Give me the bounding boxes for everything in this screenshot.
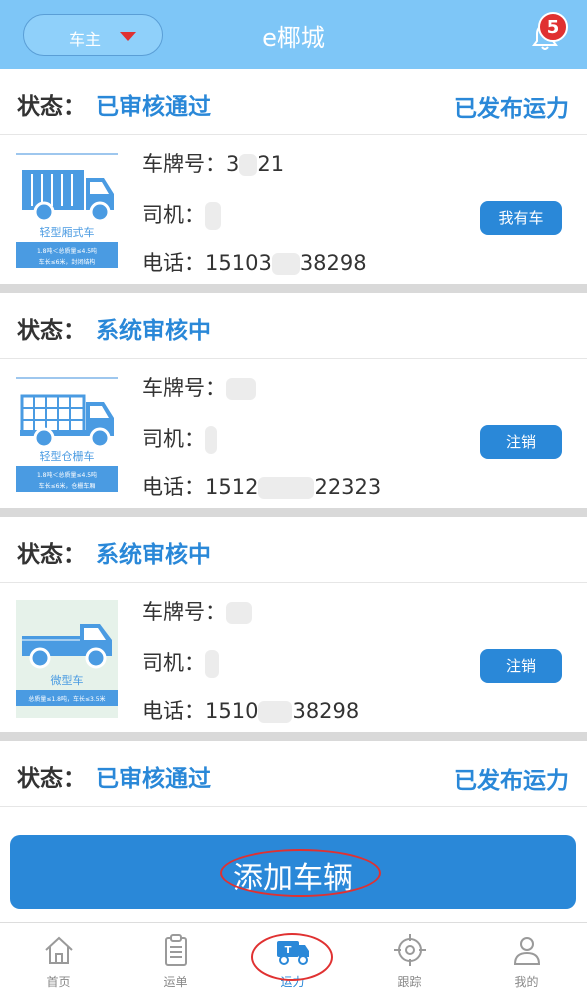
status-value: 已审核通过 (96, 94, 211, 120)
box-truck-image: 轻型厢式车 1.8吨＜总质量≤4.5吨 车长≤6米，封闭结构 (16, 152, 118, 270)
cancel-button[interactable]: 注销 (480, 649, 562, 683)
tab-label: 我的 (514, 975, 539, 989)
redaction-mask (226, 378, 256, 400)
vehicle-spec-1: 总质量≤1.8吨，车长≤3.5米 (28, 695, 105, 703)
phone-prefix: 15103 (205, 251, 272, 275)
driver-row: 司机： (142, 647, 219, 678)
tab-mine[interactable]: 我的 (468, 923, 585, 994)
card-body: 轻型厢式车 1.8吨＜总质量≤4.5吨 车长≤6米，封闭结构 车牌号：3 21 司… (0, 136, 587, 284)
annotation-circle (251, 933, 333, 981)
plate-row: 车牌号：3 21 (142, 148, 284, 178)
redaction-mask (239, 154, 258, 176)
tab-tracking[interactable]: 跟踪 (351, 923, 468, 994)
redaction-mask (258, 477, 315, 499)
status-label: 状态： (17, 318, 86, 344)
phone-suffix: 22323 (314, 475, 382, 499)
phone-label: 电话： (142, 475, 205, 499)
vehicle-card: 状态： 已审核通过 已发布运力 轻型厢式车 1.8吨＜总质量≤4.5吨 车长≤6… (0, 69, 587, 284)
phone-prefix: 1510 (205, 699, 259, 723)
status-value: 已审核通过 (96, 766, 211, 792)
redaction-mask (205, 426, 217, 454)
vehicle-type-label: 微型车 (51, 673, 84, 687)
driver-label: 司机： (142, 203, 205, 227)
plate-suffix: 21 (257, 152, 285, 176)
have-vehicle-button[interactable]: 我有车 (480, 201, 562, 235)
notification-badge: 5 (538, 12, 568, 42)
vehicle-spec-1: 1.8吨＜总质量≤4.5吨 (37, 247, 97, 255)
card-divider (0, 732, 587, 741)
vehicle-type-label: 轻型仓栅车 (40, 449, 95, 463)
stake-truck-image: 轻型仓栅车 1.8吨＜总质量≤4.5吨 车长≤6米，仓栅车厢 (16, 376, 118, 494)
card-header: 状态： 已审核通过 已发布运力 (0, 69, 587, 135)
redaction-mask (205, 202, 221, 230)
mini-truck-image: 微型车 总质量≤1.8吨，车长≤3.5米 (16, 600, 118, 718)
status-value: 系统审核中 (96, 318, 211, 344)
redaction-mask (271, 253, 300, 275)
status-label: 状态： (17, 766, 86, 792)
phone-row: 电话：1510 38298 (142, 695, 359, 725)
tab-waybill[interactable]: 运单 (117, 923, 234, 994)
card-header: 状态： 系统审核中 (0, 517, 587, 583)
tab-home[interactable]: 首页 (0, 923, 117, 994)
cancel-button[interactable]: 注销 (480, 425, 562, 459)
clipboard-icon (165, 934, 187, 966)
redaction-mask (205, 650, 219, 678)
card-body: 轻型仓栅车 1.8吨＜总质量≤4.5吨 车长≤6米，仓栅车厢 车牌号： 司机： … (0, 360, 587, 508)
app-title: e椰城 (262, 24, 325, 52)
add-vehicle-button[interactable]: 添加车辆 (10, 835, 576, 909)
vehicle-spec-1: 1.8吨＜总质量≤4.5吨 (37, 471, 97, 479)
published-capacity-link[interactable]: 已发布运力 (454, 761, 569, 795)
vehicle-spec-2: 车长≤6米，封闭结构 (39, 258, 96, 266)
tab-label: 跟踪 (397, 975, 422, 989)
vehicle-card: 状态： 系统审核中 轻型仓栅车 1.8吨＜总质量≤4.5吨 车长≤6米，仓栅车厢… (0, 293, 587, 508)
phone-row: 电话：1512 22323 (142, 471, 381, 501)
phone-suffix: 38298 (292, 699, 360, 723)
card-divider (0, 508, 587, 517)
plate-value: 3 (226, 152, 240, 176)
plate-row: 车牌号： (142, 372, 256, 402)
card-header: 状态： 已审核通过 已发布运力 (0, 741, 587, 807)
vehicle-type-label: 轻型厢式车 (40, 225, 95, 239)
status-label: 状态： (17, 94, 86, 120)
redaction-mask (226, 602, 252, 624)
vehicle-card: 状态： 系统审核中 微型车 总质量≤1.8吨，车长≤3.5米 车牌号： 司机： (0, 517, 587, 732)
top-header: 车主 e椰城 5 (0, 0, 587, 69)
home-icon (45, 936, 73, 964)
driver-label: 司机： (142, 651, 205, 675)
redaction-mask (258, 701, 293, 723)
published-capacity-link[interactable]: 已发布运力 (454, 89, 569, 123)
vehicle-spec-2: 车长≤6米，仓栅车厢 (39, 482, 96, 490)
status-value: 系统审核中 (96, 542, 211, 568)
phone-label: 电话： (142, 251, 205, 275)
card-body: 微型车 总质量≤1.8吨，车长≤3.5米 车牌号： 司机： 电话：1510 382… (0, 584, 587, 732)
plate-label: 车牌号： (142, 600, 226, 624)
phone-prefix: 1512 (205, 475, 259, 499)
vehicle-card: 状态： 已审核通过 已发布运力 (0, 741, 587, 835)
plate-row: 车牌号： (142, 596, 252, 626)
app-screen: 车主 e椰城 5 状态： 已审核通过 已发布运力 轻型厢式车 1.8吨＜总质量≤… (0, 0, 587, 994)
user-icon (513, 937, 541, 965)
target-icon (394, 934, 426, 966)
tab-label: 首页 (46, 975, 71, 989)
plate-label: 车牌号： (142, 152, 226, 176)
driver-row: 司机： (142, 423, 217, 454)
status-label: 状态： (17, 542, 86, 568)
annotation-circle (220, 849, 381, 897)
phone-row: 电话：15103 38298 (142, 247, 367, 277)
phone-suffix: 38298 (299, 251, 367, 275)
phone-label: 电话： (142, 699, 205, 723)
driver-label: 司机： (142, 427, 205, 451)
driver-row: 司机： (142, 199, 221, 230)
card-divider (0, 284, 587, 293)
tab-label: 运单 (163, 975, 188, 989)
plate-label: 车牌号： (142, 376, 226, 400)
card-header: 状态： 系统审核中 (0, 293, 587, 359)
